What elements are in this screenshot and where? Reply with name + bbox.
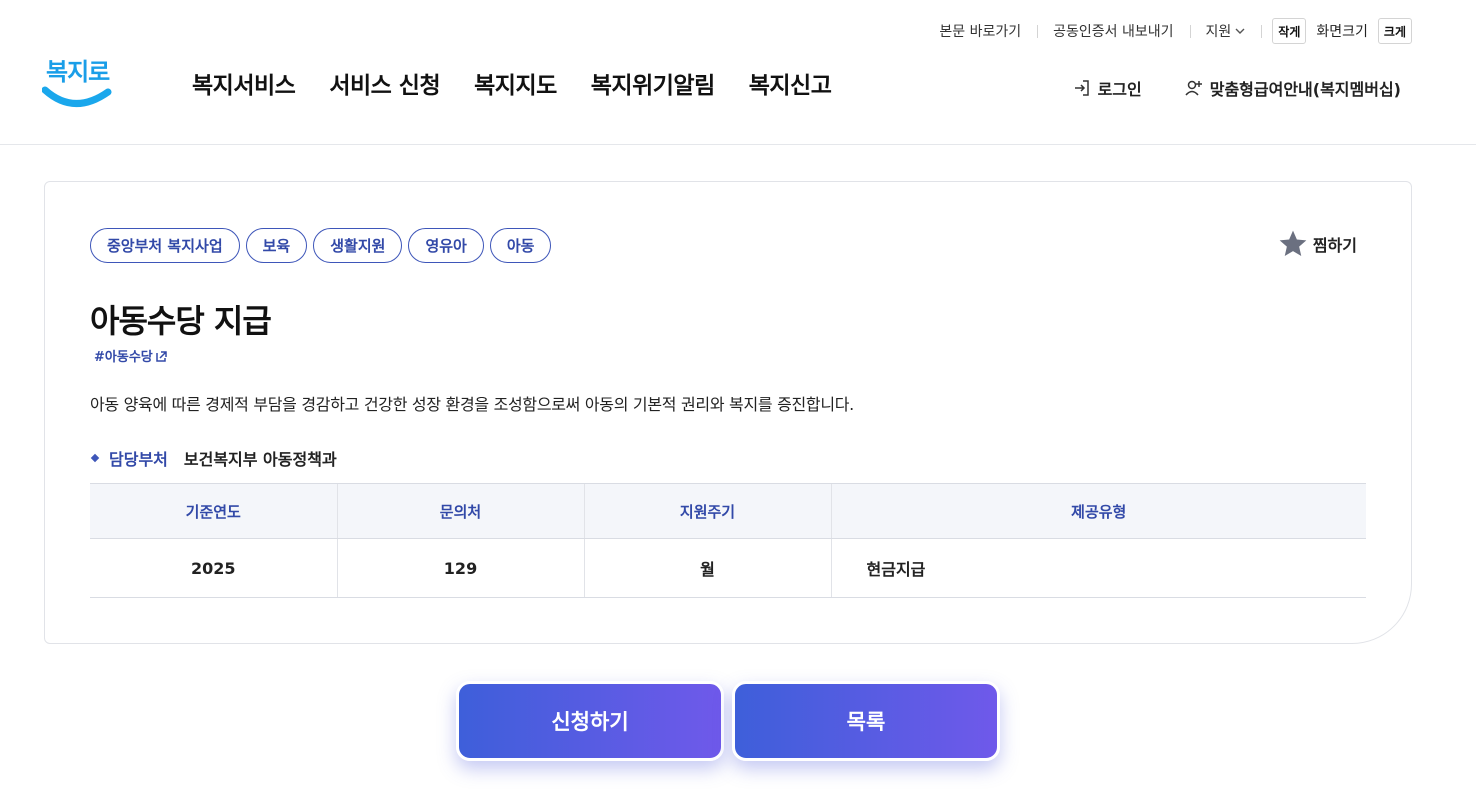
list-button[interactable]: 목록 xyxy=(732,681,1000,761)
column-header: 제공유형 xyxy=(830,483,1366,539)
table-header-row: 기준연도 문의처 지원주기 제공유형 xyxy=(90,483,1366,539)
skip-to-content-link[interactable]: 본문 바로가기 xyxy=(923,21,1037,41)
membership-label: 맞춤형급여안내(복지멤버십) xyxy=(1209,80,1401,99)
language-select[interactable]: 지원 xyxy=(1189,21,1262,41)
wish-label: 찜하기 xyxy=(1312,236,1357,255)
service-tags: 중앙부처 복지사업 보육 생활지원 영유아 아동 xyxy=(90,228,552,263)
font-size-label: 화면크기 xyxy=(1316,24,1368,40)
language-label: 지원 xyxy=(1205,24,1232,40)
department-row: 담당부처 보건복지부 아동정책과 xyxy=(90,446,337,470)
nav-welfare-crisis-alert[interactable]: 복지위기알림 xyxy=(591,66,715,100)
tag-item[interactable]: 생활지원 xyxy=(313,228,403,263)
bullet-icon xyxy=(90,453,100,463)
tag-item[interactable]: 아동 xyxy=(489,228,552,263)
login-link[interactable]: 로그인 xyxy=(1072,76,1142,100)
service-title: 아동수당 지급 xyxy=(90,302,272,340)
table-row: 2025 129 월 현금지급 xyxy=(90,538,1366,598)
table-cell-contact: 129 xyxy=(336,538,584,598)
service-info-table: 기준연도 문의처 지원주기 제공유형 2025 129 월 현금지급 xyxy=(90,483,1366,598)
logo-smile-icon xyxy=(42,86,112,107)
nav-welfare-report[interactable]: 복지신고 xyxy=(749,66,832,100)
member-menu: 로그인 맞춤형급여안내(복지멤버십) xyxy=(1072,76,1401,100)
column-header: 문의처 xyxy=(336,483,584,539)
nav-welfare-service[interactable]: 복지서비스 xyxy=(192,66,296,100)
utility-bar: 본문 바로가기 공동인증서 내보내기 지원 작게 화면크기 크게 xyxy=(923,17,1412,45)
star-icon xyxy=(1279,230,1307,256)
font-size-small-button[interactable]: 작게 xyxy=(1272,18,1307,44)
tag-item[interactable]: 보육 xyxy=(245,228,308,263)
site-header: 본문 바로가기 공동인증서 내보내기 지원 작게 화면크기 크게 복지로 복지서… xyxy=(0,0,1476,145)
action-buttons: 신청하기 목록 xyxy=(456,681,1000,761)
column-header: 지원주기 xyxy=(583,483,831,539)
nav-service-apply[interactable]: 서비스 신청 xyxy=(329,66,440,100)
apply-button[interactable]: 신청하기 xyxy=(456,681,724,761)
chevron-down-icon xyxy=(1235,28,1245,34)
table-cell-cycle: 월 xyxy=(583,538,831,598)
divider xyxy=(1261,24,1263,38)
hashtag-link[interactable]: #아동수당 xyxy=(94,348,167,363)
external-link-icon xyxy=(155,350,167,362)
site-logo[interactable]: 복지로 xyxy=(42,52,112,114)
login-icon xyxy=(1074,80,1089,96)
user-add-icon xyxy=(1185,80,1202,96)
login-label: 로그인 xyxy=(1097,80,1142,99)
tag-item[interactable]: 영유아 xyxy=(408,228,484,263)
logo-text: 복지로 xyxy=(46,58,110,86)
nav-welfare-map[interactable]: 복지지도 xyxy=(474,66,557,100)
membership-link[interactable]: 맞춤형급여안내(복지멤버십) xyxy=(1184,76,1401,100)
department-value: 보건복지부 아동정책과 xyxy=(183,450,337,469)
export-cert-link[interactable]: 공동인증서 내보내기 xyxy=(1037,21,1189,41)
service-detail-card: 중앙부처 복지사업 보육 생활지원 영유아 아동 찜하기 아동수당 지급 #아동… xyxy=(44,181,1412,644)
column-header: 기준연도 xyxy=(90,483,337,539)
wish-button[interactable]: 찜하기 xyxy=(1277,228,1357,260)
service-description: 아동 양육에 따른 경제적 부담을 경감하고 건강한 성장 환경을 조성함으로써… xyxy=(90,395,854,414)
font-size-large-button[interactable]: 크게 xyxy=(1377,18,1412,44)
tag-item[interactable]: 중앙부처 복지사업 xyxy=(90,228,240,263)
table-cell-year: 2025 xyxy=(90,538,337,598)
hashtag-label: #아동수당 xyxy=(94,350,153,363)
department-label: 담당부처 xyxy=(109,450,168,469)
table-cell-type: 현금지급 xyxy=(830,538,1366,598)
main-nav: 복지서비스 서비스 신청 복지지도 복지위기알림 복지신고 xyxy=(192,66,832,100)
